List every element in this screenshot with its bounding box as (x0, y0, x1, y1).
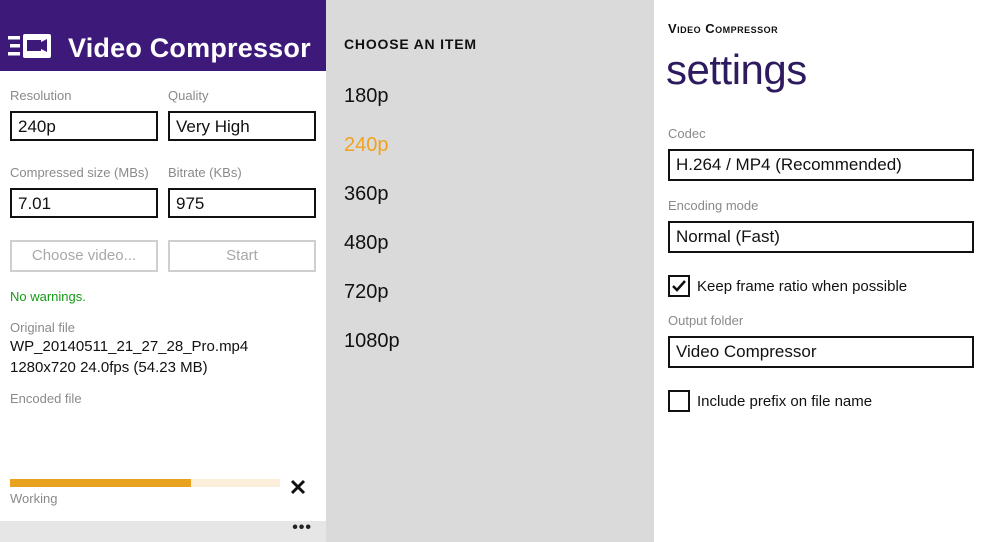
app-header: Video Compressor (0, 0, 326, 71)
settings-panel: Video Compressor settings Codec H.264 / … (654, 0, 984, 542)
quality-field[interactable]: Very High (168, 111, 316, 141)
compressed-size-field[interactable]: 7.01 (10, 188, 158, 218)
picker-item[interactable]: 480p (344, 232, 389, 255)
encoding-mode-label: Encoding mode (668, 198, 759, 213)
encoding-mode-select[interactable]: Normal (Fast) (668, 221, 974, 253)
resolution-picker: CHOOSE AN ITEM 180p 240p 360p 480p 720p … (326, 0, 654, 542)
picker-item[interactable]: 1080p (344, 330, 400, 353)
bitrate-field[interactable]: 975 (168, 188, 316, 218)
more-icon[interactable]: ••• (292, 519, 312, 537)
progress-fill (10, 479, 191, 487)
settings-app-name: Video Compressor (668, 21, 779, 36)
app-title: Video Compressor (68, 33, 311, 63)
compressed-size-label: Compressed size (MBs) (10, 165, 149, 180)
picker-item[interactable]: 240p (344, 134, 389, 157)
checkmark-icon (672, 280, 686, 292)
page-title: settings (666, 46, 807, 93)
warnings-status: No warnings. (10, 289, 86, 304)
main-panel: Video Compressor Resolution 240p Quality… (0, 0, 326, 542)
codec-label: Codec (668, 126, 706, 141)
encoded-file-label: Encoded file (10, 391, 82, 406)
video-compressor-logo-icon (8, 34, 51, 58)
resolution-label: Resolution (10, 88, 72, 103)
progress-bar (10, 479, 280, 487)
quality-label: Quality (168, 88, 209, 103)
original-file-name: WP_20140511_21_27_28_Pro.mp4 (10, 338, 249, 355)
original-file-info: 1280x720 24.0fps (54.23 MB) (10, 359, 208, 376)
keep-ratio-label[interactable]: Keep frame ratio when possible (697, 278, 907, 295)
bitrate-label: Bitrate (KBs) (168, 165, 242, 180)
keep-ratio-checkbox[interactable] (668, 275, 690, 297)
prefix-label[interactable]: Include prefix on file name (697, 393, 872, 410)
start-button[interactable]: Start (168, 240, 316, 272)
output-folder-label: Output folder (668, 313, 744, 328)
picker-item[interactable]: 720p (344, 281, 389, 304)
close-icon[interactable] (289, 478, 307, 496)
codec-select[interactable]: H.264 / MP4 (Recommended) (668, 149, 974, 181)
picker-item[interactable]: 180p (344, 85, 389, 108)
resolution-field[interactable]: 240p (10, 111, 158, 141)
prefix-checkbox[interactable] (668, 390, 690, 412)
picker-heading: CHOOSE AN ITEM (344, 36, 477, 52)
original-file-label: Original file (10, 320, 76, 335)
picker-item[interactable]: 360p (344, 183, 389, 206)
app-bar: ••• (0, 519, 326, 542)
output-folder-field[interactable]: Video Compressor (668, 336, 974, 368)
choose-video-button[interactable]: Choose video... (10, 240, 158, 272)
status-text: Working (10, 491, 58, 506)
